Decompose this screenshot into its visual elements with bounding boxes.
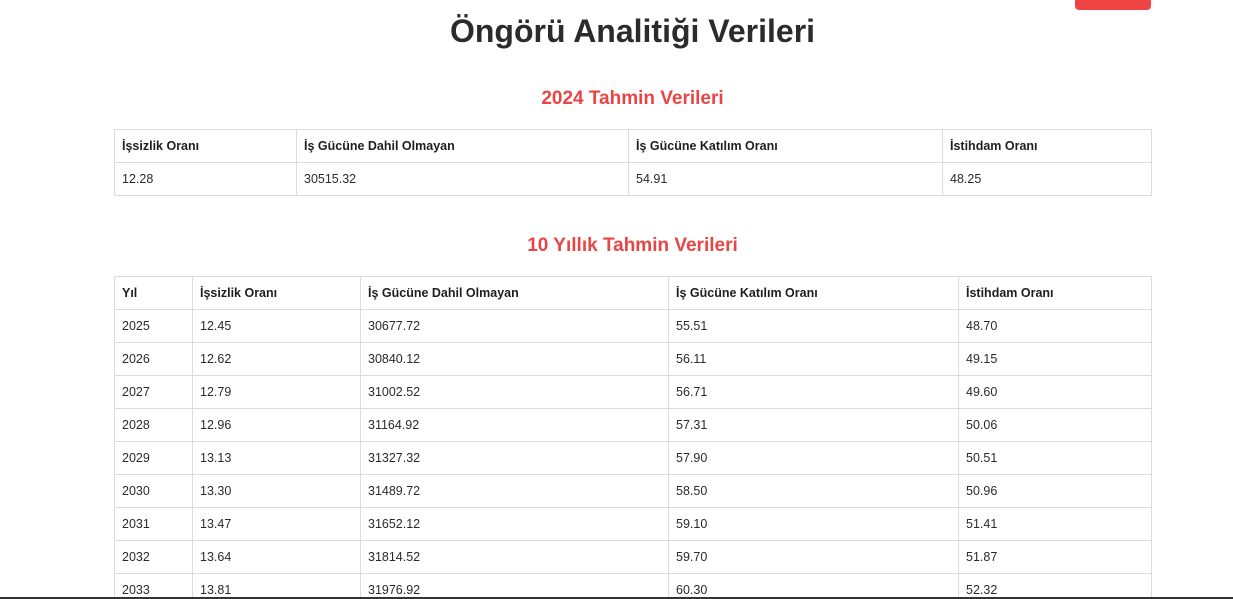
table-cell: 12.45 xyxy=(192,309,361,343)
table-cell: 13.64 xyxy=(192,540,361,574)
table-cell: 56.71 xyxy=(668,375,959,409)
table-cell: 2030 xyxy=(114,474,193,508)
table-cell: 2029 xyxy=(114,441,193,475)
table-cell: 31652.12 xyxy=(360,507,669,541)
table-cell: 57.31 xyxy=(668,408,959,442)
table-cell: 12.96 xyxy=(192,408,361,442)
table-10-year-forecast: Yıl İşsizlik Oranı İş Gücüne Dahil Olmay… xyxy=(114,276,1152,599)
table-cell: 57.90 xyxy=(668,441,959,475)
column-header: İstihdam Oranı xyxy=(942,129,1152,163)
page: Öngörü Analitiği Verileri 2024 Tahmin Ve… xyxy=(0,0,1233,599)
table-row: 2033 13.81 31976.92 60.30 52.32 xyxy=(114,573,1152,599)
table-cell: 12.28 xyxy=(114,162,297,196)
table-cell: 51.87 xyxy=(958,540,1152,574)
table-cell: 2027 xyxy=(114,375,193,409)
table-cell: 55.51 xyxy=(668,309,959,343)
table-cell: 12.79 xyxy=(192,375,361,409)
table-header-row: Yıl İşsizlik Oranı İş Gücüne Dahil Olmay… xyxy=(114,276,1152,310)
table-cell: 2032 xyxy=(114,540,193,574)
table-cell: 31002.52 xyxy=(360,375,669,409)
table-cell: 31164.92 xyxy=(360,408,669,442)
table-row: 2026 12.62 30840.12 56.11 49.15 xyxy=(114,342,1152,376)
table-cell: 49.60 xyxy=(958,375,1152,409)
table-row: 2027 12.79 31002.52 56.71 49.60 xyxy=(114,375,1152,409)
table-cell: 31976.92 xyxy=(360,573,669,599)
table-cell: 59.10 xyxy=(668,507,959,541)
column-header: İstihdam Oranı xyxy=(958,276,1152,310)
table-cell: 13.13 xyxy=(192,441,361,475)
table-cell: 30840.12 xyxy=(360,342,669,376)
table-cell: 50.51 xyxy=(958,441,1152,475)
column-header: İş Gücüne Katılım Oranı xyxy=(628,129,943,163)
table-cell: 50.06 xyxy=(958,408,1152,442)
table-cell: 2028 xyxy=(114,408,193,442)
table-cell: 2025 xyxy=(114,309,193,343)
table-row: 12.28 30515.32 54.91 48.25 xyxy=(114,162,1152,196)
table-cell: 50.96 xyxy=(958,474,1152,508)
page-title: Öngörü Analitiği Verileri xyxy=(449,13,816,49)
table-cell: 31327.32 xyxy=(360,441,669,475)
table-cell: 2031 xyxy=(114,507,193,541)
table-cell: 51.41 xyxy=(958,507,1152,541)
column-header: Yıl xyxy=(114,276,193,310)
table-row: 2032 13.64 31814.52 59.70 51.87 xyxy=(114,540,1152,574)
table-cell: 54.91 xyxy=(628,162,943,196)
table-cell: 13.30 xyxy=(192,474,361,508)
table-cell: 2033 xyxy=(114,573,193,599)
table-cell: 13.47 xyxy=(192,507,361,541)
table-cell: 30677.72 xyxy=(360,309,669,343)
table-2024-forecast: İşsizlik Oranı İş Gücüne Dahil Olmayan İ… xyxy=(114,129,1152,196)
table-row: 2031 13.47 31652.12 59.10 51.41 xyxy=(114,507,1152,541)
table-cell: 60.30 xyxy=(668,573,959,599)
table-cell: 12.62 xyxy=(192,342,361,376)
table-cell: 56.11 xyxy=(668,342,959,376)
table-row: 2030 13.30 31489.72 58.50 50.96 xyxy=(114,474,1152,508)
column-header: İş Gücüne Dahil Olmayan xyxy=(296,129,629,163)
column-header: İş Gücüne Katılım Oranı xyxy=(668,276,959,310)
table-cell: 31814.52 xyxy=(360,540,669,574)
table-cell: 31489.72 xyxy=(360,474,669,508)
table-cell: 30515.32 xyxy=(296,162,629,196)
table-row: 2028 12.96 31164.92 57.31 50.06 xyxy=(114,408,1152,442)
table-cell: 48.70 xyxy=(958,309,1152,343)
table-cell: 52.32 xyxy=(958,573,1152,599)
table-cell: 58.50 xyxy=(668,474,959,508)
table-row: 2025 12.45 30677.72 55.51 48.70 xyxy=(114,309,1152,343)
table-cell: 13.81 xyxy=(192,573,361,599)
section-title-2024: 2024 Tahmin Verileri xyxy=(541,88,724,109)
table-cell: 59.70 xyxy=(668,540,959,574)
column-header: İşsizlik Oranı xyxy=(192,276,361,310)
table-cell: 2026 xyxy=(114,342,193,376)
column-header: İşsizlik Oranı xyxy=(114,129,297,163)
table-cell: 49.15 xyxy=(958,342,1152,376)
table-cell: 48.25 xyxy=(942,162,1152,196)
section-title-10-year: 10 Yıllık Tahmin Verileri xyxy=(527,235,738,256)
column-header: İş Gücüne Dahil Olmayan xyxy=(360,276,669,310)
table-row: 2029 13.13 31327.32 57.90 50.51 xyxy=(114,441,1152,475)
table-header-row: İşsizlik Oranı İş Gücüne Dahil Olmayan İ… xyxy=(114,129,1152,163)
